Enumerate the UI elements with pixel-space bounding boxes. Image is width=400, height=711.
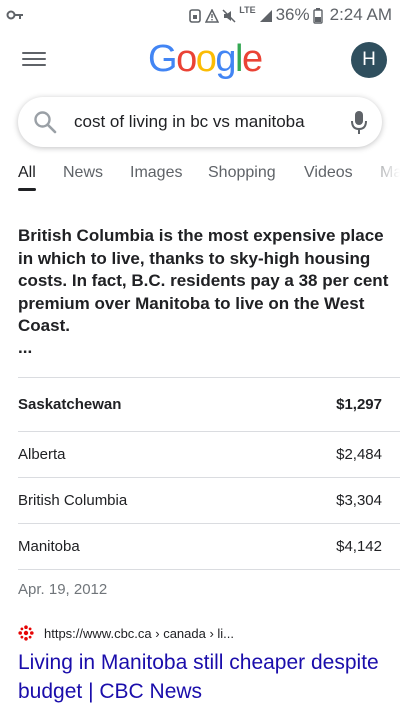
- tab-maps[interactable]: Ma: [380, 164, 400, 182]
- featured-snippet-text: British Columbia is the most expensive p…: [18, 226, 389, 335]
- logo-letter: g: [215, 38, 236, 80]
- microphone-icon[interactable]: [350, 110, 368, 136]
- account-avatar[interactable]: H: [351, 42, 387, 78]
- snippet-table: Saskatchewan $1,297 Alberta $2,484 Briti…: [18, 377, 400, 570]
- signal-icon: [259, 8, 273, 22]
- warning-icon: [205, 8, 220, 23]
- tab-all[interactable]: All: [18, 164, 36, 182]
- hamburger-menu-icon[interactable]: [20, 48, 48, 72]
- clock: 2:24 AM: [329, 5, 392, 24]
- snippet-ellipsis: ...: [18, 338, 33, 357]
- table-header-value: $1,297: [336, 396, 382, 413]
- logo-letter: o: [195, 38, 217, 80]
- tab-videos[interactable]: Videos: [304, 164, 353, 182]
- header: Google H: [0, 36, 400, 88]
- battery-percent: 36%: [275, 5, 310, 24]
- table-header-name: Saskatchewan: [18, 396, 122, 413]
- search-input[interactable]: cost of living in bc vs manitoba: [74, 97, 344, 147]
- logo-letter: o: [176, 38, 197, 80]
- search-tabs: All News Images Shopping Videos Ma: [0, 158, 400, 192]
- key-icon: [6, 7, 24, 23]
- result-source[interactable]: https://www.cbc.ca › canada › li...: [18, 622, 234, 644]
- active-tab-indicator: [18, 188, 36, 191]
- tab-news[interactable]: News: [63, 164, 103, 182]
- table-cell-value: $4,142: [336, 538, 382, 555]
- tab-shopping[interactable]: Shopping: [208, 164, 276, 182]
- sim-icon: [188, 8, 202, 23]
- tab-images[interactable]: Images: [130, 164, 182, 182]
- table-cell-name: Alberta: [18, 446, 66, 463]
- table-cell-name: British Columbia: [18, 492, 128, 509]
- table-row: Alberta $2,484: [18, 431, 400, 477]
- table-cell-value: $3,304: [336, 492, 382, 509]
- table-cell-name: Manitoba: [18, 538, 80, 555]
- mute-icon: [222, 8, 236, 23]
- result-title-link[interactable]: Living in Manitoba still cheaper despite…: [18, 648, 388, 706]
- logo-letter: e: [241, 38, 263, 80]
- logo-letter: l: [234, 38, 243, 80]
- cbc-gem-icon: [18, 625, 34, 641]
- table-cell-value: $2,484: [336, 446, 382, 463]
- status-bar: LTE 36% 2:24 AM: [0, 0, 400, 30]
- result-url[interactable]: https://www.cbc.ca › canada › li...: [44, 626, 234, 641]
- search-icon[interactable]: [32, 109, 58, 135]
- table-row: Manitoba $4,142: [18, 523, 400, 569]
- search-box[interactable]: cost of living in bc vs manitoba: [18, 97, 382, 147]
- battery-icon: [312, 8, 327, 24]
- logo-letter: G: [148, 38, 178, 80]
- lte-indicator: LTE: [239, 5, 256, 15]
- table-header-row: Saskatchewan $1,297: [18, 377, 400, 431]
- table-row: British Columbia $3,304: [18, 477, 400, 523]
- google-logo[interactable]: Google: [148, 38, 263, 81]
- snippet-date: Apr. 19, 2012: [18, 581, 108, 598]
